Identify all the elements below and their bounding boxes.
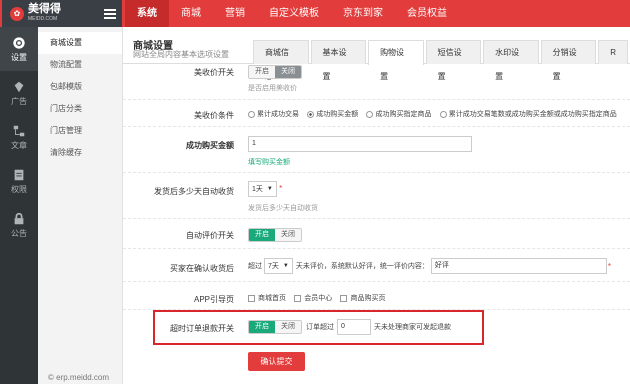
app-guide-label: APP引导页 — [193, 295, 234, 304]
radio-purchase-amount[interactable]: 成功购买金额 — [307, 109, 358, 119]
subnav-logistics[interactable]: 物流配置 — [38, 54, 122, 76]
gear-icon — [13, 36, 25, 49]
top-nav-mall[interactable]: 商城 — [169, 0, 213, 27]
auto-receive-select[interactable]: 1天 ▼ — [248, 181, 277, 197]
radio-cumulative-trade[interactable]: 累计成功交易 — [248, 109, 299, 119]
confirm-receive-group: 超过 7天 ▼ 天未评价，系统默认好评，统一评价内容： 好评 * — [248, 258, 611, 274]
divider — [123, 126, 630, 127]
top-nav-jd-home[interactable]: 京东到家 — [331, 0, 395, 27]
chevron-down-icon: ▼ — [282, 263, 289, 269]
confirm-days-select[interactable]: 7天 ▼ — [264, 258, 293, 274]
submit-button[interactable]: 确认提交 — [248, 352, 305, 371]
sidebar-item-notice[interactable]: 公告 — [0, 203, 38, 247]
amount-input[interactable]: 1 — [248, 136, 472, 152]
top-nav-member-benefits[interactable]: 会员权益 — [395, 0, 459, 27]
check-mall-home[interactable]: 商城首页 — [248, 293, 286, 303]
radio-any-condition[interactable]: 累计成功交易笔数或成功购买金额或成功购买指定商品 — [439, 109, 617, 119]
sidebar-item-articles[interactable]: 文章 — [0, 115, 38, 159]
review-content-input[interactable]: 好评 — [430, 258, 607, 274]
subnav-store-manage[interactable]: 门店管理 — [38, 120, 122, 142]
top-nav-system[interactable]: 系统 — [125, 0, 169, 27]
content-header: 商城设置 网站全局内容基本选项设置 商城信息 基本设置 购物设置 短信设置 水印… — [123, 27, 630, 81]
brand-name: 美得得 MEIDD.COM — [28, 2, 61, 22]
subnav-shipping-template[interactable]: 包邮模版 — [38, 76, 122, 98]
divider — [123, 172, 630, 173]
tab-more[interactable]: R — [598, 40, 628, 64]
review-condition-label: 美收价条件 — [194, 111, 234, 120]
amount-input-wrap: 1 — [248, 136, 472, 152]
subnav-mall-settings[interactable]: 商城设置 — [38, 32, 122, 54]
icon-sidebar: 设置 广告 文章 权限 公告 — [0, 27, 38, 384]
app-guide-group: 商城首页 会员中心 商品购买页 — [248, 293, 391, 304]
lock-icon — [14, 212, 24, 224]
diamond-icon — [14, 81, 24, 92]
review-switch-off[interactable]: 关闭 — [275, 66, 301, 78]
subnav-clear-cache[interactable]: 清除缓存 — [38, 142, 122, 164]
review-switch-on[interactable]: 开启 — [249, 66, 275, 78]
sidebar-item-settings[interactable]: 设置 — [0, 27, 38, 71]
auto-receive-wrap: 1天 ▼ * — [248, 181, 282, 197]
sitemap-icon — [13, 125, 25, 136]
top-nav-custom-template[interactable]: 自定义模板 — [257, 0, 331, 27]
settings-tabs: 商城信息 基本设置 购物设置 短信设置 水印设置 分销设置 R — [253, 40, 630, 81]
amount-label: 成功购买金额 — [186, 141, 234, 150]
copyright: © erp.meidd.com — [48, 373, 110, 382]
check-member-center[interactable]: 会员中心 — [294, 293, 332, 303]
divider — [123, 281, 630, 282]
divider — [123, 218, 630, 219]
required-mark: * — [607, 261, 611, 271]
review-condition-group: 累计成功交易 成功购买金额 成功购买指定商品 累计成功交易笔数或成功购买金额或成… — [248, 109, 623, 120]
menu-toggle-icon[interactable] — [104, 9, 116, 19]
top-nav: 系统 商城 营销 自定义模板 京东到家 会员权益 — [125, 0, 459, 27]
confirm-mid-text: 天未评价，系统默认好评，统一评价内容： — [295, 263, 429, 270]
auto-review-label: 自动评价开关 — [186, 231, 234, 240]
sidebar-item-ads[interactable]: 广告 — [0, 71, 38, 115]
top-bar: ✿ 美得得 MEIDD.COM 系统 商城 营销 自定义模板 京东到家 会员权益 — [0, 0, 630, 27]
radio-specified-product[interactable]: 成功购买指定商品 — [366, 109, 431, 119]
page-subtitle: 网站全局内容基本选项设置 — [133, 50, 229, 59]
tab-mall-info[interactable]: 商城信息 — [253, 40, 309, 81]
sub-sidebar: 商城设置 物流配置 包邮模版 门店分类 门店管理 清除缓存 © erp.meid… — [38, 27, 123, 384]
confirm-prefix: 超过 — [248, 263, 262, 270]
auto-receive-help: 发货后多少天自动收货 — [248, 205, 318, 212]
tab-sms[interactable]: 短信设置 — [425, 40, 482, 81]
chevron-down-icon: ▼ — [266, 186, 273, 192]
highlight-box — [153, 310, 484, 345]
document-icon — [14, 169, 24, 180]
auto-review-on[interactable]: 开启 — [249, 229, 275, 241]
tab-basic[interactable]: 基本设置 — [310, 40, 367, 81]
required-mark: * — [279, 184, 283, 193]
subnav-store-category[interactable]: 门店分类 — [38, 98, 122, 120]
confirm-receive-label: 买家在确认收货后 — [170, 264, 234, 273]
tab-shopping[interactable]: 购物设置 — [368, 40, 424, 81]
tab-watermark[interactable]: 水印设置 — [483, 40, 539, 81]
auto-receive-label: 发货后多少天自动收货 — [154, 187, 234, 196]
top-nav-marketing[interactable]: 营销 — [213, 0, 257, 27]
brand-icon: ✿ — [10, 6, 24, 21]
review-switch[interactable]: 开启 关闭 — [248, 65, 302, 79]
auto-review-switch[interactable]: 开启 关闭 — [248, 228, 302, 242]
tab-distribution[interactable]: 分销设置 — [540, 40, 597, 81]
check-product-buy[interactable]: 商品购买页 — [340, 293, 385, 303]
divider — [123, 248, 630, 249]
auto-review-off[interactable]: 关闭 — [275, 229, 301, 241]
review-switch-label: 美收价开关 — [194, 68, 234, 77]
review-switch-help: 是否启用美收价 — [248, 85, 297, 92]
amount-help: 填写购买金额 — [248, 159, 290, 166]
sidebar-item-permissions[interactable]: 权限 — [0, 159, 38, 203]
divider — [123, 99, 630, 100]
